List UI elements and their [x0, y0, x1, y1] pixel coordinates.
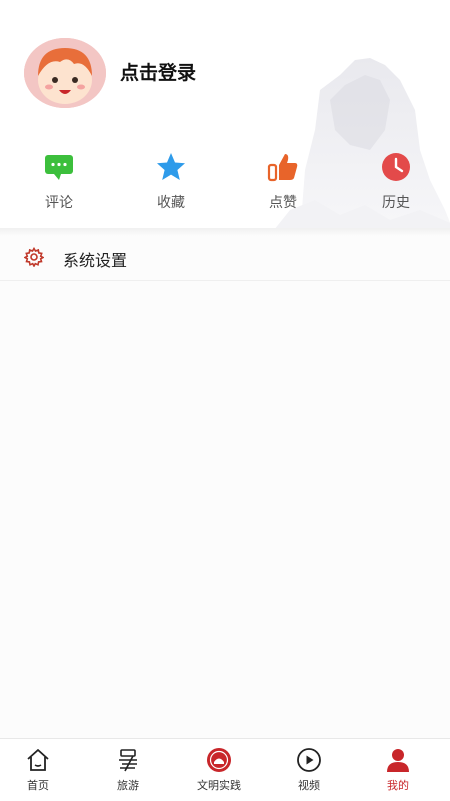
shortcut-history[interactable]: 历史 — [356, 150, 436, 212]
shortcut-likes[interactable]: 点赞 — [243, 150, 323, 212]
civilization-badge-icon — [207, 748, 231, 772]
shortcut-comment[interactable]: 评论 — [19, 150, 99, 212]
tab-label: 我的 — [387, 779, 409, 792]
settings-row[interactable]: 系统设置 — [0, 236, 450, 281]
header-divider — [0, 228, 450, 236]
profile-header: 点击登录 评论 收藏 点赞 历史 — [0, 0, 450, 235]
tab-video[interactable]: 视频 — [269, 747, 349, 793]
tab-label: 旅游 — [117, 779, 139, 792]
star-icon — [157, 153, 185, 180]
person-icon — [387, 749, 409, 772]
shortcut-label: 历史 — [382, 195, 410, 211]
shortcut-label: 收藏 — [157, 195, 185, 211]
thumbs-up-icon — [267, 154, 298, 182]
settings-label: 系统设置 — [63, 251, 128, 270]
play-icon — [297, 748, 321, 772]
shortcut-favorites[interactable]: 收藏 — [131, 150, 211, 212]
tab-label: 视频 — [298, 779, 320, 792]
gear-icon — [24, 247, 44, 267]
tab-label: 文明实践 — [197, 779, 241, 792]
login-prompt[interactable]: 点击登录 — [120, 58, 196, 85]
shortcut-label: 评论 — [45, 195, 73, 211]
tab-civilization-practice[interactable]: 文明实践 — [179, 747, 259, 793]
home-icon — [27, 749, 49, 771]
tab-travel[interactable]: 旅游 — [88, 747, 168, 793]
tab-home[interactable]: 首页 — [0, 747, 78, 793]
tab-mine[interactable]: 我的 — [358, 747, 438, 793]
comment-icon — [45, 155, 73, 180]
clock-icon — [382, 153, 410, 181]
avatar[interactable] — [24, 38, 106, 108]
shortcut-label: 点赞 — [269, 195, 297, 211]
avatar-cartoon-face — [24, 38, 106, 108]
travel-icon — [119, 749, 137, 772]
bottom-tab-bar: 首页 旅游 文明实践 视频 我的 — [0, 738, 450, 801]
tab-label: 首页 — [27, 779, 49, 792]
